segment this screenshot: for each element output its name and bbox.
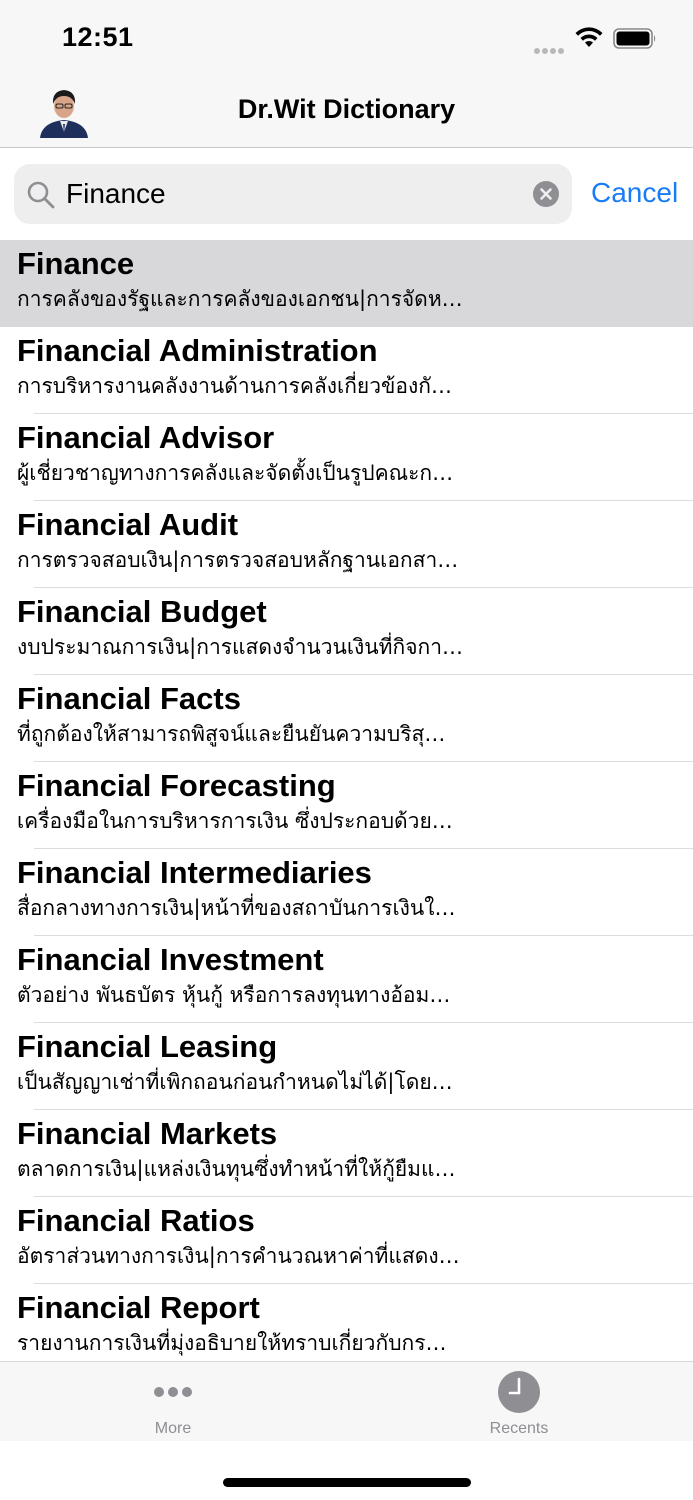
list-item-definition: อัตราส่วนทางการเงิน|การคำนวณหาค่าที่แสดง… [17,1244,460,1268]
list-item[interactable]: Financial Administration การบริหารงานคลั… [0,327,693,414]
battery-icon [613,28,656,49]
tab-more-label: More [154,1420,192,1437]
search-field[interactable] [14,164,572,224]
list-item-term: Financial Investment [17,942,324,977]
list-item-term: Financial Markets [17,1116,278,1151]
list-item-definition: ที่ถูกต้องให้สามารถพิสูจน์และยืนยันความบ… [17,722,446,746]
list-item[interactable]: Financial Audit การตรวจสอบเงิน|การตรวจสอ… [0,501,693,588]
list-item[interactable]: Financial Markets ตลาดการเงิน|แหล่งเงินท… [0,1110,693,1197]
results-list[interactable]: Finance การคลังของรัฐและการคลังของเอกชน|… [0,240,693,1361]
list-item[interactable]: Financial Budget งบประมาณการเงิน|การแสดง… [0,588,693,675]
list-item-term: Financial Facts [17,681,241,716]
more-dots-icon [154,1387,192,1397]
navigation-bar: Dr.Wit Dictionary [0,76,693,148]
list-item[interactable]: Financial Facts ที่ถูกต้องให้สามารถพิสูจ… [0,675,693,762]
list-item[interactable]: Financial Leasing เป็นสัญญาเช่าที่เพิกถอ… [0,1023,693,1110]
list-item-term: Finance [17,246,135,281]
list-item-definition: รายงานการเงินที่มุ่งอธิบายให้ทราบเกี่ยวก… [17,1331,447,1355]
list-item-definition: การบริหารงานคลังงานด้านการคลังเกี่ยวข้อง… [17,374,452,398]
wifi-icon [575,27,603,47]
list-item-definition: เป็นสัญญาเช่าที่เพิกถอนก่อนกำหนดไม่ได้|โ… [17,1070,453,1094]
search-icon [27,181,55,209]
list-item-definition: การตรวจสอบเงิน|การตรวจสอบหลักฐานเอกสา… [17,548,459,572]
list-item-term: Financial Intermediaries [17,855,372,890]
tab-recents-label: Recents [489,1420,549,1437]
list-item[interactable]: Finance การคลังของรัฐและการคลังของเอกชน|… [0,240,693,327]
list-item-term: Financial Audit [17,507,239,542]
tab-recents[interactable]: Recents [459,1362,579,1442]
list-item-term: Financial Advisor [17,420,275,455]
search-area: Cancel [0,149,693,240]
list-item[interactable]: Financial Advisor ผู้เชี่ยวชาญทางการคลัง… [0,414,693,501]
list-item-term: Financial Ratios [17,1203,255,1238]
list-item[interactable]: Financial Forecasting เครื่องมือในการบริ… [0,762,693,849]
list-item-definition: งบประมาณการเงิน|การแสดงจำนวนเงินที่กิจกา… [17,635,464,659]
list-item-term: Financial Leasing [17,1029,278,1064]
home-area [0,1441,693,1500]
clear-search-icon[interactable] [532,180,560,208]
list-item[interactable]: Financial Intermediaries สื่อกลางทางการเ… [0,849,693,936]
list-item-term: Financial Budget [17,594,267,629]
list-item-definition: เครื่องมือในการบริหารการเงิน ซึ่งประกอบด… [17,809,453,833]
cellular-signal-icon [534,41,566,54]
list-item-definition: การคลังของรัฐและการคลังของเอกชน|การจัดห… [17,287,463,311]
home-indicator[interactable] [223,1478,471,1487]
page-title: Dr.Wit Dictionary [237,94,456,124]
cancel-button[interactable]: Cancel [591,177,678,209]
list-item[interactable]: Financial Report รายงานการเงินที่มุ่งอธิ… [0,1284,693,1361]
list-item-definition: ตลาดการเงิน|แหล่งเงินทุนซึ่งทำหน้าที่ให้… [17,1157,456,1181]
list-item-term: Financial Report [17,1290,260,1325]
list-item-term: Financial Forecasting [17,768,336,803]
status-time: 12:51 [62,22,134,52]
tab-more[interactable]: More [113,1362,233,1442]
list-item-definition: สื่อกลางทางการเงิน|หน้าที่ของสถาบันการเง… [17,896,456,920]
list-item-definition: ผู้เชี่ยวชาญทางการคลังและจัดตั้งเป็นรูปค… [17,461,454,485]
list-item[interactable]: Financial Investment ตัวอย่าง พันธบัตร ห… [0,936,693,1023]
list-item[interactable]: Financial Ratios อัตราส่วนทางการเงิน|การ… [0,1197,693,1284]
list-item-term: Financial Administration [17,333,378,368]
clock-icon [498,1371,540,1413]
search-input[interactable] [66,164,526,224]
list-item-definition: ตัวอย่าง พันธบัตร หุ้นกู้ หรือการลงทุนทา… [17,983,451,1007]
tab-bar: More Recents [0,1361,693,1441]
status-bar: 12:51 [0,0,693,76]
